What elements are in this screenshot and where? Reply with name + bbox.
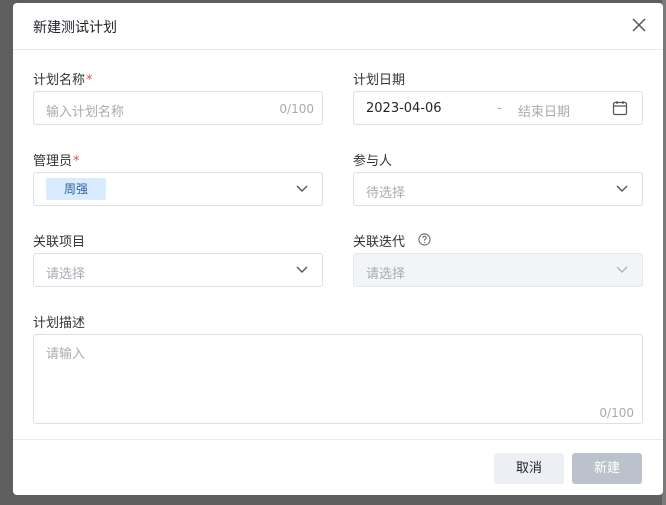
start-date-value[interactable]: 2023-04-06 (366, 101, 442, 116)
plan-name-label: 计划名称* (33, 69, 93, 88)
plan-name-placeholder: 输入计划名称 (46, 105, 125, 120)
plan-name-counter: 0/100 (279, 102, 314, 116)
description-label: 计划描述 (33, 316, 86, 331)
manager-select[interactable]: 周强 (33, 172, 323, 206)
create-button[interactable]: 新建 (572, 453, 642, 484)
linked-project-select[interactable]: 请选择 (33, 253, 323, 287)
plan-name-input[interactable]: 输入计划名称 0/100 (33, 91, 323, 125)
manager-label: 管理员* (33, 150, 80, 169)
linked-iteration-label-text: 关联迭代 (353, 235, 406, 250)
plan-name-label-text: 计划名称 (33, 73, 86, 88)
chevron-down-icon (296, 266, 308, 273)
chevron-down-icon (616, 185, 628, 192)
plan-date-label: 计划日期 (353, 73, 406, 88)
close-icon[interactable] (629, 15, 649, 35)
create-test-plan-dialog: 新建测试计划 计划名称* 输入计划名称 0/100 计划日期 2023-04-0… (13, 3, 663, 495)
dialog-footer: 取消 新建 (13, 439, 663, 495)
plan-date-range-picker[interactable]: 2023-04-06 - 结束日期 (353, 91, 643, 125)
required-mark: * (86, 73, 93, 88)
linked-project-placeholder: 请选择 (46, 267, 86, 282)
chevron-down-icon (296, 185, 308, 192)
chevron-down-icon (616, 266, 628, 273)
linked-project-label: 关联项目 (33, 235, 86, 250)
cancel-button[interactable]: 取消 (494, 453, 564, 484)
calendar-icon[interactable] (612, 100, 628, 120)
end-date-placeholder[interactable]: 结束日期 (518, 101, 570, 120)
description-counter: 0/100 (599, 406, 634, 420)
participants-placeholder: 待选择 (366, 186, 406, 201)
description-textarea[interactable]: 请输入 0/100 (33, 334, 643, 424)
dialog-header: 新建测试计划 (13, 3, 663, 50)
linked-iteration-placeholder: 请选择 (366, 267, 406, 282)
participants-label: 参与人 (353, 154, 393, 169)
participants-select[interactable]: 待选择 (353, 172, 643, 206)
linked-iteration-label: 关联迭代 (353, 231, 405, 250)
required-mark: * (73, 154, 80, 169)
manager-label-text: 管理员 (33, 154, 73, 169)
help-circle-icon[interactable] (418, 233, 431, 246)
dialog-title: 新建测试计划 (33, 20, 117, 36)
linked-iteration-select: 请选择 (353, 253, 643, 287)
date-separator: - (497, 101, 502, 116)
description-placeholder: 请输入 (46, 347, 86, 362)
manager-tag[interactable]: 周强 (46, 178, 106, 200)
